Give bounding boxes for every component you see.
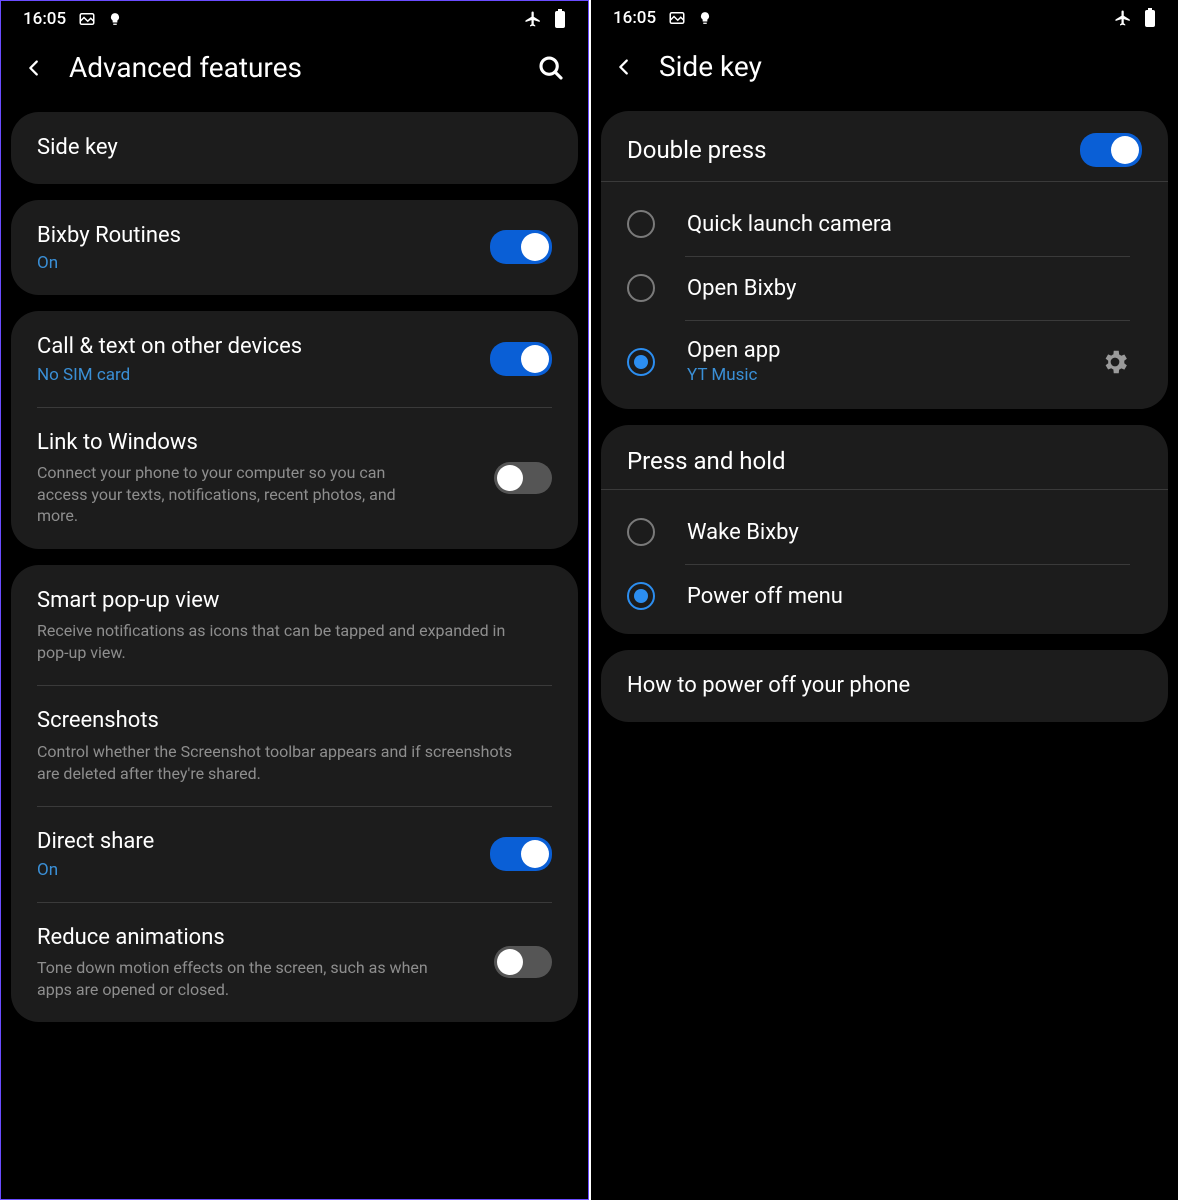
radio-quick-launch-camera[interactable]: Quick launch camera (613, 192, 1156, 256)
radio-wake-bixby[interactable]: Wake Bixby (613, 500, 1156, 564)
screenshots-title: Screenshots (37, 707, 552, 735)
card-devices: Call & text on other devices No SIM card… (11, 311, 578, 549)
directshare-sub: On (37, 860, 154, 880)
phone-side-key: 16:05 Side key Double press (591, 0, 1178, 1200)
status-bar: 16:05 (1, 1, 588, 33)
directshare-toggle[interactable] (490, 837, 552, 871)
radio-icon (627, 582, 655, 610)
reduce-sub: Tone down motion effects on the screen, … (37, 957, 437, 1000)
airplane-icon (524, 10, 542, 28)
opt3-sub: YT Music (687, 365, 1100, 385)
screenshot-icon (78, 10, 96, 28)
back-icon[interactable] (613, 51, 635, 83)
row-call-text[interactable]: Call & text on other devices No SIM card (11, 311, 578, 407)
smartpopup-title: Smart pop-up view (37, 587, 552, 615)
row-bixby-routines[interactable]: Bixby Routines On (11, 200, 578, 296)
opt1-label: Quick launch camera (687, 212, 1130, 237)
sidekey-label: Side key (37, 134, 552, 162)
radio-open-bixby[interactable]: Open Bixby (613, 256, 1156, 320)
radio-icon (627, 518, 655, 546)
battery-icon (554, 9, 566, 29)
calltext-toggle[interactable] (490, 342, 552, 376)
card-sidekey[interactable]: Side key (11, 112, 578, 184)
page-title: Advanced features (69, 51, 536, 84)
howto-label: How to power off your phone (627, 672, 1142, 700)
battery-icon (1144, 8, 1156, 28)
search-icon[interactable] (536, 53, 566, 83)
status-bar-2: 16:05 (591, 0, 1178, 32)
card-howto[interactable]: How to power off your phone (601, 650, 1168, 722)
card-press-hold: Press and hold Wake Bixby Power off menu (601, 425, 1168, 634)
card-double-press: Double press Quick launch camera Open Bi… (601, 111, 1168, 409)
radio-open-app[interactable]: Open app YT Music (613, 320, 1156, 403)
row-smart-popup[interactable]: Smart pop-up view Receive notifications … (11, 565, 578, 686)
card-bixby: Bixby Routines On (11, 200, 578, 296)
status-time: 16:05 (23, 9, 66, 29)
status-time-2: 16:05 (613, 8, 656, 28)
hopt2-label: Power off menu (687, 584, 1130, 609)
card-misc: Smart pop-up view Receive notifications … (11, 565, 578, 1023)
double-press-toggle[interactable] (1080, 133, 1142, 167)
gear-icon[interactable] (1100, 347, 1130, 377)
hopt1-label: Wake Bixby (687, 520, 1130, 545)
opt3-label: Open app (687, 338, 1100, 363)
opt2-label: Open Bixby (687, 276, 1130, 301)
row-reduce-anim[interactable]: Reduce animations Tone down motion effec… (11, 902, 578, 1023)
linkwin-toggle[interactable] (494, 462, 552, 494)
linkwin-sub: Connect your phone to your computer so y… (37, 462, 397, 527)
screenshots-sub: Control whether the Screenshot toolbar a… (37, 741, 517, 784)
bulb-icon (108, 10, 122, 28)
header: Advanced features (1, 33, 588, 112)
bixby-toggle[interactable] (490, 230, 552, 264)
page-title-2: Side key (659, 50, 1156, 83)
bulb-icon (698, 9, 712, 27)
phone-advanced-features: 16:05 Advanced features Side key (0, 0, 589, 1200)
reduce-title: Reduce animations (37, 924, 437, 952)
smartpopup-sub: Receive notifications as icons that can … (37, 620, 517, 663)
row-direct-share[interactable]: Direct share On (11, 806, 578, 902)
row-screenshots[interactable]: Screenshots Control whether the Screensh… (11, 685, 578, 806)
radio-icon (627, 348, 655, 376)
linkwin-title: Link to Windows (37, 429, 397, 457)
back-icon[interactable] (23, 52, 45, 84)
calltext-sub: No SIM card (37, 365, 302, 385)
double-press-header: Double press (627, 136, 767, 164)
header-2: Side key (591, 32, 1178, 111)
radio-icon (627, 274, 655, 302)
screenshot-icon (668, 9, 686, 27)
airplane-icon (1114, 9, 1132, 27)
row-link-windows[interactable]: Link to Windows Connect your phone to yo… (11, 407, 578, 549)
calltext-title: Call & text on other devices (37, 333, 302, 361)
radio-icon (627, 210, 655, 238)
reduce-toggle[interactable] (494, 946, 552, 978)
radio-power-off-menu[interactable]: Power off menu (613, 564, 1156, 628)
bixby-title: Bixby Routines (37, 222, 181, 250)
bixby-sub: On (37, 253, 181, 273)
press-hold-header: Press and hold (627, 447, 1142, 475)
directshare-title: Direct share (37, 828, 154, 856)
